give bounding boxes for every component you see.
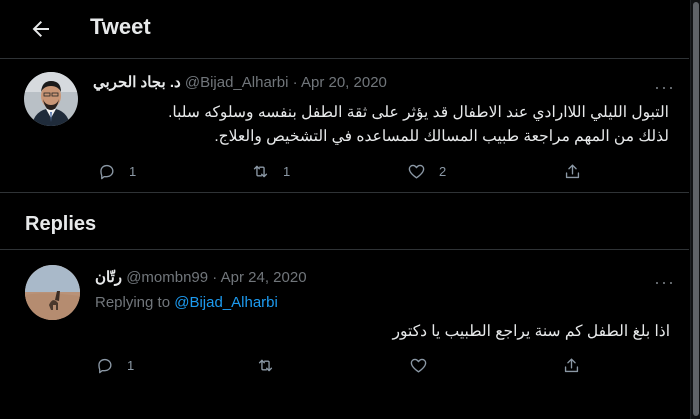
reply-icon (98, 358, 112, 374)
reply-icon (100, 164, 114, 180)
arrow-left-icon[interactable] (29, 17, 53, 41)
page-title: Tweet (90, 14, 151, 39)
reply-author-name[interactable]: رتّان (95, 269, 122, 286)
replies-heading: Replies (25, 213, 97, 235)
share-icon (564, 358, 579, 373)
like-count: 2 (439, 164, 447, 179)
reply-reply-button[interactable]: 1 (95, 356, 134, 375)
retweet-count: 1 (283, 164, 291, 179)
reply-share-button[interactable] (562, 356, 581, 375)
reply-button[interactable]: 1 (97, 162, 136, 181)
tweet-date[interactable]: Apr 20, 2020 (301, 74, 387, 91)
more-options-icon[interactable]: ··· (654, 78, 675, 96)
reply-retweet-button[interactable] (256, 356, 275, 375)
retweet-icon (258, 359, 273, 372)
share-icon (565, 164, 580, 179)
scrollbar-thumb[interactable] (693, 2, 699, 416)
meta-separator: · (292, 74, 298, 91)
tweet-meta: د. بجاد الحربي @Bijad_Alharbi · Apr 20, … (93, 73, 387, 91)
tweet-text-line-1: التبول الليلي اللاارادي عند الاطفال قد ي… (168, 104, 669, 121)
reply-reply-count: 1 (127, 358, 135, 373)
reply-tweet[interactable]: رتّان @mombn99 · Apr 24, 2020 ··· Replyi… (0, 249, 689, 390)
reply-count: 1 (129, 164, 137, 179)
heart-icon (410, 358, 427, 373)
heart-icon (408, 164, 425, 179)
reply-text: اذا بلغ الطفل كم سنة يراجع الطبيب يا دكت… (392, 323, 670, 340)
page-header: Tweet (0, 0, 689, 59)
reply-like-button[interactable] (409, 356, 428, 375)
retweet-button[interactable]: 1 (251, 162, 290, 181)
like-button[interactable]: 2 (407, 162, 446, 181)
tweet-text: التبول الليلي اللاارادي عند الاطفال قد ي… (89, 101, 669, 149)
author-name[interactable]: د. بجاد الحربي (93, 74, 181, 91)
reply-author-avatar[interactable] (25, 265, 80, 320)
replying-to: Replying to @Bijad_Alharbi (95, 294, 278, 311)
author-avatar[interactable] (24, 72, 78, 126)
main-tweet[interactable]: د. بجاد الحربي @Bijad_Alharbi · Apr 20, … (0, 59, 689, 193)
scrollbar-track[interactable] (690, 0, 700, 419)
retweet-icon (253, 165, 268, 178)
reply-meta-separator: · (212, 269, 218, 286)
reply-more-options-icon[interactable]: ··· (654, 273, 675, 291)
share-button[interactable] (563, 162, 582, 181)
tweet-text-line-2: لذلك من المهم مراجعة طبيب المسالك للمساع… (214, 128, 669, 145)
reply-meta: رتّان @mombn99 · Apr 24, 2020 (95, 268, 307, 286)
replying-prefix: Replying to (95, 294, 171, 311)
reply-author-handle[interactable]: @mombn99 (126, 269, 208, 286)
replying-to-link[interactable]: @Bijad_Alharbi (174, 294, 278, 311)
author-handle[interactable]: @Bijad_Alharbi (185, 74, 289, 91)
reply-date[interactable]: Apr 24, 2020 (221, 269, 307, 286)
